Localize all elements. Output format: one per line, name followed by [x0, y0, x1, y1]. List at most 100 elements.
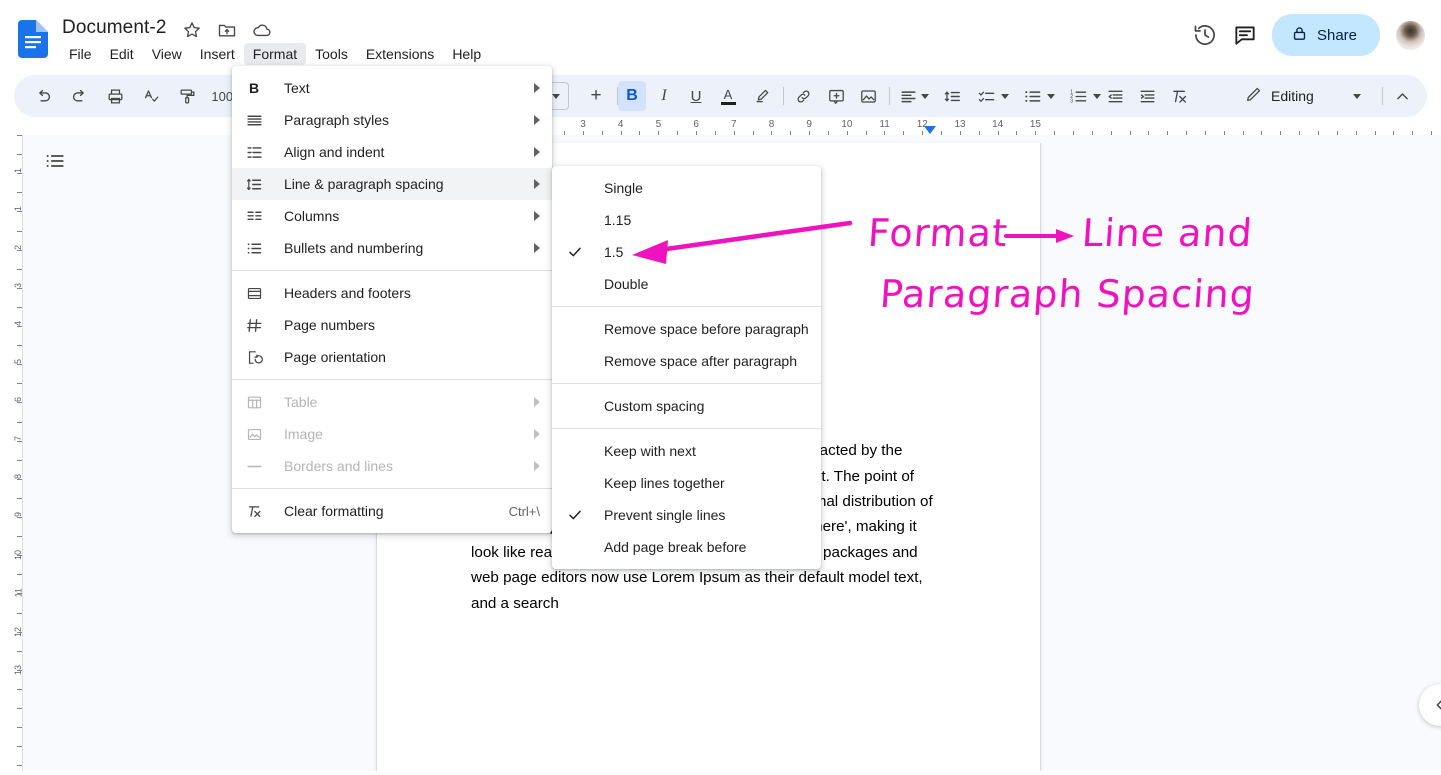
menu-item-label: Borders and lines	[284, 458, 522, 474]
editing-mode-button[interactable]: Editing	[1238, 81, 1320, 111]
format-menu-item-columns[interactable]: Columns	[232, 200, 552, 232]
menu-separator	[232, 270, 552, 271]
undo-icon[interactable]	[28, 81, 58, 111]
bold-button[interactable]: B	[618, 81, 646, 111]
menu-item-shortcut: Ctrl+\	[509, 504, 540, 519]
cloud-saved-icon[interactable]	[252, 20, 272, 40]
share-button[interactable]: Share	[1272, 14, 1380, 56]
submenu-arrow-icon	[534, 429, 540, 439]
format-menu[interactable]: BTextParagraph stylesAlign and indentLin…	[232, 66, 552, 533]
format-menu-item-page-orientation[interactable]: Page orientation	[232, 341, 552, 373]
version-history-icon[interactable]	[1192, 22, 1218, 48]
menu-separator	[552, 306, 821, 307]
checklist-dropdown-caret[interactable]	[997, 81, 1013, 111]
spacing-menu-item-keep-with-next[interactable]: Keep with next	[552, 435, 821, 467]
toolbar-divider	[889, 87, 890, 105]
format-menu-item-image: Image	[232, 418, 552, 450]
header-bar: Document-2 File Edit View	[0, 0, 1441, 68]
spacing-menu-item-add-page-break-before[interactable]: Add page break before	[552, 531, 821, 563]
move-to-folder-icon[interactable]	[217, 20, 237, 40]
menu-help[interactable]: Help	[443, 43, 490, 65]
page-orientation-icon	[244, 347, 264, 367]
decrease-indent-icon[interactable]	[1101, 81, 1129, 111]
ruler-number: 5	[656, 119, 662, 130]
submenu-arrow-icon	[534, 147, 540, 157]
spellcheck-icon[interactable]	[136, 81, 166, 111]
menu-insert[interactable]: Insert	[191, 43, 244, 65]
bulleted-list-dropdown-caret[interactable]	[1043, 81, 1059, 111]
menu-edit[interactable]: Edit	[101, 43, 143, 65]
menu-bar: File Edit View Insert Format Tools Exten…	[60, 43, 490, 65]
pencil-icon	[1244, 85, 1263, 107]
increase-indent-icon[interactable]	[1133, 81, 1161, 111]
underline-button[interactable]: U	[682, 81, 710, 111]
format-menu-item-line-paragraph-spacing[interactable]: Line & paragraph spacing	[232, 168, 552, 200]
redo-icon[interactable]	[64, 81, 94, 111]
format-menu-item-paragraph-styles[interactable]: Paragraph styles	[232, 104, 552, 136]
menu-view[interactable]: View	[143, 43, 191, 65]
format-menu-item-text[interactable]: BText	[232, 72, 552, 104]
bulleted-list-icon[interactable]	[1018, 81, 1046, 111]
spacing-menu-item-remove-space-before-paragraph[interactable]: Remove space before paragraph	[552, 313, 821, 345]
chevron-down-icon	[552, 94, 560, 99]
print-icon[interactable]	[100, 81, 130, 111]
increase-font-size-button[interactable]: +	[582, 81, 610, 111]
format-menu-item-clear-formatting[interactable]: Clear formattingCtrl+\	[232, 495, 552, 527]
highlight-color-button[interactable]	[748, 81, 776, 111]
align-dropdown-caret[interactable]	[917, 81, 933, 111]
ruler-number: 4	[618, 119, 624, 130]
insert-link-icon[interactable]	[789, 81, 817, 111]
menu-item-label: Bullets and numbering	[284, 240, 522, 256]
chevron-up-icon[interactable]	[1388, 81, 1416, 111]
add-comment-icon[interactable]	[822, 81, 850, 111]
menu-tools[interactable]: Tools	[306, 43, 357, 65]
line-paragraph-spacing-submenu[interactable]: Single 1.15 1.5 Double Remove space before p…	[552, 166, 821, 569]
insert-image-icon[interactable]	[854, 81, 882, 111]
avatar[interactable]	[1394, 19, 1427, 52]
menu-format[interactable]: Format	[244, 43, 306, 65]
menu-item-label: Image	[284, 426, 522, 442]
document-outline-icon[interactable]	[37, 143, 73, 179]
table-icon	[244, 392, 264, 412]
check-icon	[564, 244, 586, 260]
paint-format-icon[interactable]	[172, 81, 202, 111]
menu-item-label: Prevent single lines	[604, 507, 809, 523]
comment-history-icon[interactable]	[1232, 22, 1258, 48]
docs-logo-icon[interactable]	[18, 20, 48, 58]
menu-file[interactable]: File	[60, 43, 101, 65]
chevron-left-icon[interactable]	[1419, 684, 1441, 726]
format-menu-item-headers-and-footers[interactable]: Headers and footers	[232, 277, 552, 309]
submenu-arrow-icon	[534, 211, 540, 221]
spacing-menu-item-1.15[interactable]: 1.15	[552, 204, 821, 236]
spacing-menu-item-prevent-single-lines[interactable]: Prevent single lines	[552, 499, 821, 531]
spacing-menu-item-custom-spacing[interactable]: Custom spacing	[552, 390, 821, 422]
spacing-menu-item-remove-space-after-paragraph[interactable]: Remove space after paragraph	[552, 345, 821, 377]
clear-formatting-icon[interactable]	[1165, 81, 1193, 111]
menu-item-label: Double	[604, 276, 809, 292]
numbered-list-icon[interactable]: 1 2 3	[1064, 81, 1092, 111]
spacing-menu-item-double[interactable]: Double	[552, 268, 821, 300]
menu-separator	[552, 383, 821, 384]
spacing-menu-item-single[interactable]: Single	[552, 172, 821, 204]
document-title[interactable]: Document-2	[62, 17, 167, 39]
svg-text:3: 3	[1070, 98, 1073, 104]
align-indent-icon	[244, 142, 264, 162]
menu-item-label: 1.15	[604, 212, 809, 228]
format-menu-item-page-numbers[interactable]: Page numbers	[232, 309, 552, 341]
editing-mode-caret[interactable]	[1344, 81, 1370, 111]
format-menu-item-align-and-indent[interactable]: Align and indent	[232, 136, 552, 168]
format-menu-item-bullets-and-numbering[interactable]: Bullets and numbering	[232, 232, 552, 264]
menu-item-label: Table	[284, 394, 522, 410]
star-icon[interactable]	[182, 20, 202, 40]
spacing-menu-item-1.5[interactable]: 1.5	[552, 236, 821, 268]
checklist-icon[interactable]	[972, 81, 1000, 111]
vertical-ruler[interactable]: 2112345678910111213	[0, 135, 22, 775]
spacing-menu-item-keep-lines-together[interactable]: Keep lines together	[552, 467, 821, 499]
submenu-arrow-icon	[534, 179, 540, 189]
right-indent-marker[interactable]	[924, 126, 936, 134]
line-spacing-icon[interactable]	[938, 81, 966, 111]
italic-button[interactable]: I	[650, 81, 678, 111]
menu-extensions[interactable]: Extensions	[357, 43, 443, 65]
text-color-button[interactable]: A	[714, 81, 742, 111]
horizontal-ruler[interactable]: 3456789101112131415	[0, 117, 1441, 135]
